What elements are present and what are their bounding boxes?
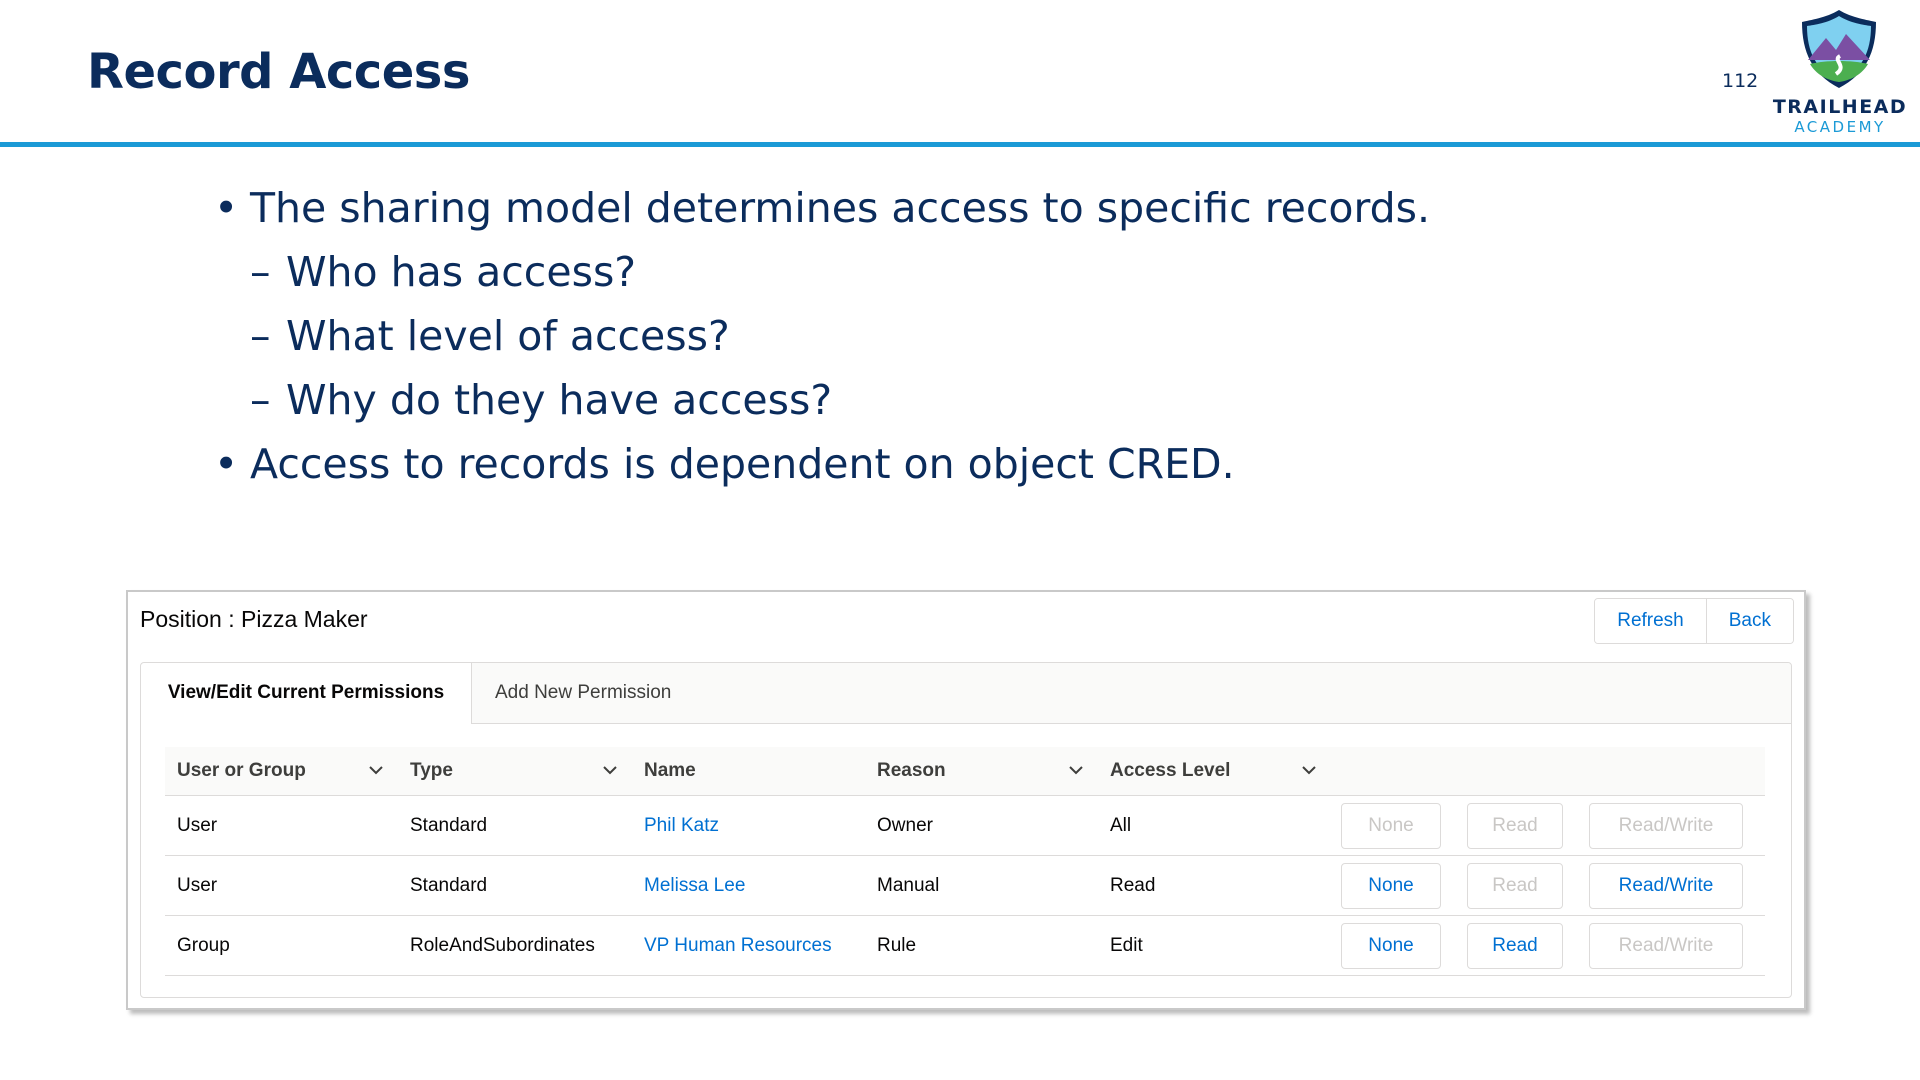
header-button-group: Refresh Back: [1594, 598, 1794, 644]
dash-marker: –: [250, 248, 271, 296]
cell-reason: Rule: [865, 915, 1098, 976]
sub-bullet-text: What level of access?: [286, 312, 730, 360]
tab-add-new-permission[interactable]: Add New Permission: [495, 663, 671, 723]
set-read-write-button: Read/Write: [1589, 802, 1743, 849]
permissions-table: User or Group Type Name Reason Access Le…: [165, 747, 1765, 976]
sub-bullet-text: Why do they have access?: [286, 376, 833, 424]
trailhead-academy-logo: TRAILHEAD ACADEMY: [1770, 8, 1910, 138]
set-read-button: Read: [1467, 802, 1563, 849]
tab-view-edit-permissions[interactable]: View/Edit Current Permissions: [141, 663, 472, 724]
bullet-item: • Access to records is dependent on obje…: [214, 432, 1714, 496]
bullet-marker: •: [214, 184, 239, 232]
action-button-group: None Read Read/Write: [1331, 802, 1765, 849]
cell-name-link[interactable]: Phil Katz: [632, 795, 865, 856]
refresh-button[interactable]: Refresh: [1595, 599, 1707, 643]
set-read-write-button[interactable]: Read/Write: [1589, 862, 1743, 909]
sub-bullet-item: – Why do they have access?: [214, 368, 1714, 432]
logo-text-academy: ACADEMY: [1794, 118, 1886, 136]
sub-bullet-item: – What level of access?: [214, 304, 1714, 368]
cell-actions: None Read Read/Write: [1331, 855, 1765, 916]
column-header-label: Reason: [877, 760, 946, 781]
bullet-marker: •: [214, 440, 239, 488]
logo-text-trailhead: TRAILHEAD: [1772, 96, 1908, 118]
bullet-text: The sharing model determines access to s…: [250, 184, 1431, 232]
set-none-button[interactable]: None: [1341, 922, 1441, 969]
bullet-list: • The sharing model determines access to…: [214, 176, 1714, 496]
cell-access-level: Edit: [1098, 915, 1331, 976]
page-number: 112: [1722, 70, 1759, 92]
dash-marker: –: [250, 312, 271, 360]
column-header-name: Name: [632, 747, 865, 796]
slide-title: Record Access: [87, 44, 470, 100]
dash-marker: –: [250, 376, 271, 424]
cell-actions: None Read Read/Write: [1331, 915, 1765, 976]
cell-name-link[interactable]: Melissa Lee: [632, 855, 865, 916]
column-header-type[interactable]: Type: [398, 747, 632, 796]
record-title: Position : Pizza Maker: [140, 606, 368, 632]
cell-type: RoleAndSubordinates: [398, 915, 632, 976]
set-read-write-button: Read/Write: [1589, 922, 1743, 969]
bullet-item: • The sharing model determines access to…: [214, 176, 1714, 240]
column-header-label: User or Group: [177, 760, 306, 781]
column-header-user-or-group[interactable]: User or Group: [165, 747, 398, 796]
column-header-label: Access Level: [1110, 760, 1231, 781]
sub-bullet-item: – Who has access?: [214, 240, 1714, 304]
table-header-row: User or Group Type Name Reason Access Le…: [165, 747, 1765, 796]
cell-user-or-group: Group: [165, 915, 398, 976]
chevron-down-icon[interactable]: [368, 762, 384, 778]
set-none-button[interactable]: None: [1341, 862, 1441, 909]
sub-bullet-text: Who has access?: [286, 248, 637, 296]
tab-bar: View/Edit Current Permissions Add New Pe…: [141, 663, 1791, 724]
cell-user-or-group: User: [165, 795, 398, 856]
column-header-reason[interactable]: Reason: [865, 747, 1098, 796]
chevron-down-icon[interactable]: [1068, 762, 1084, 778]
set-read-button: Read: [1467, 862, 1563, 909]
set-none-button: None: [1341, 802, 1441, 849]
column-header-label: Name: [644, 760, 696, 781]
cell-name-link[interactable]: VP Human Resources: [632, 915, 865, 976]
column-header-label: Type: [410, 760, 453, 781]
bullet-text: Access to records is dependent on object…: [250, 440, 1235, 488]
cell-access-level: Read: [1098, 855, 1331, 916]
cell-access-level: All: [1098, 795, 1331, 856]
title-divider: [0, 142, 1920, 147]
table-row: Group RoleAndSubordinates VP Human Resourc…: [165, 915, 1765, 976]
table-body: User Standard Phil Katz Owner All None Read Rea…: [165, 795, 1765, 976]
table-row: User Standard Melissa Lee Manual Read None Rea…: [165, 855, 1765, 916]
table-row: User Standard Phil Katz Owner All None Read Rea…: [165, 795, 1765, 856]
action-button-group: None Read Read/Write: [1331, 862, 1765, 909]
set-read-button[interactable]: Read: [1467, 922, 1563, 969]
permissions-tabset: View/Edit Current Permissions Add New Pe…: [140, 662, 1792, 998]
chevron-down-icon[interactable]: [602, 762, 618, 778]
chevron-down-icon[interactable]: [1301, 762, 1317, 778]
column-header-access-level[interactable]: Access Level: [1098, 747, 1331, 796]
action-button-group: None Read Read/Write: [1331, 922, 1765, 969]
cell-reason: Manual: [865, 855, 1098, 916]
column-header-actions: [1331, 747, 1765, 796]
cell-type: Standard: [398, 855, 632, 916]
cell-actions: None Read Read/Write: [1331, 795, 1765, 856]
back-button[interactable]: Back: [1706, 599, 1793, 643]
cell-reason: Owner: [865, 795, 1098, 856]
cell-user-or-group: User: [165, 855, 398, 916]
cell-type: Standard: [398, 795, 632, 856]
sharing-panel-screenshot: Position : Pizza Maker Refresh Back View…: [126, 590, 1806, 1010]
trailhead-badge-icon: [1802, 10, 1876, 88]
